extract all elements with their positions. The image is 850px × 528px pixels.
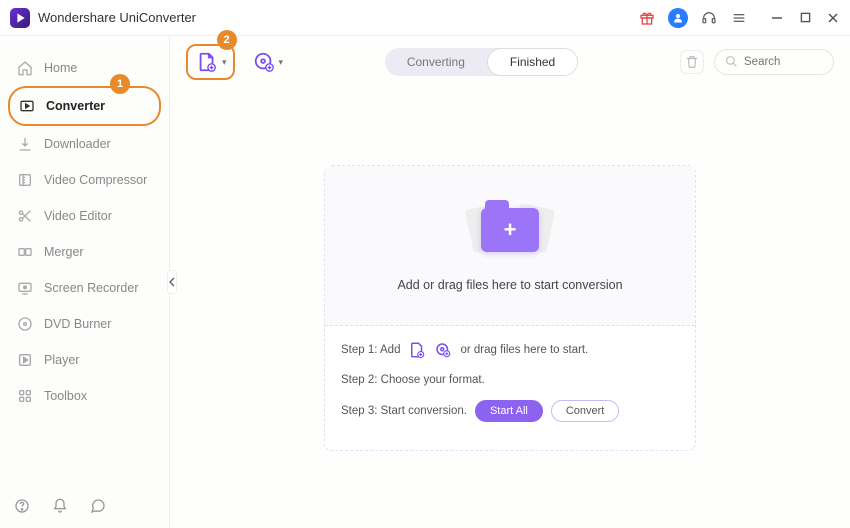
sidebar-item-editor[interactable]: Video Editor bbox=[8, 198, 161, 234]
sidebar-item-dvd[interactable]: DVD Burner bbox=[8, 306, 161, 342]
avatar-icon[interactable] bbox=[668, 8, 688, 28]
sidebar-item-compressor[interactable]: Video Compressor bbox=[8, 162, 161, 198]
titlebar: Wondershare UniConverter bbox=[0, 0, 850, 36]
step-1: Step 1: Add or drag files here to start. bbox=[341, 340, 679, 360]
add-file-button[interactable] bbox=[194, 50, 220, 74]
menu-icon[interactable] bbox=[730, 9, 748, 27]
trash-button[interactable] bbox=[680, 50, 704, 74]
add-dvd-caret[interactable]: ▾ bbox=[279, 57, 284, 68]
sidebar-item-label: Toolbox bbox=[44, 389, 87, 403]
step-3: Step 3: Start conversion. Start All Conv… bbox=[341, 400, 679, 422]
callout-badge-1: 1 bbox=[110, 74, 130, 94]
sidebar-item-label: Video Editor bbox=[44, 209, 112, 223]
download-icon bbox=[16, 135, 34, 153]
app-logo bbox=[10, 8, 30, 28]
toolbar: 2 ▾ ▾ Converting Finished bbox=[170, 36, 850, 88]
sidebar: Home Converter 1 Downloader Video Compre… bbox=[0, 36, 170, 528]
sidebar-item-label: Player bbox=[44, 353, 79, 367]
sidebar-item-label: Downloader bbox=[44, 137, 111, 151]
drop-panel: + Add or drag files here to start conver… bbox=[324, 165, 696, 451]
sidebar-item-recorder[interactable]: Screen Recorder bbox=[8, 270, 161, 306]
sidebar-item-label: Converter bbox=[46, 99, 105, 113]
close-button[interactable] bbox=[826, 11, 840, 25]
drop-zone[interactable]: + Add or drag files here to start conver… bbox=[325, 166, 695, 326]
start-all-button[interactable]: Start All bbox=[475, 400, 543, 422]
bell-icon[interactable] bbox=[52, 498, 70, 516]
help-icon[interactable] bbox=[14, 498, 32, 516]
convert-button[interactable]: Convert bbox=[551, 400, 620, 422]
search-box[interactable] bbox=[714, 49, 834, 75]
step-2: Step 2: Choose your format. bbox=[341, 370, 679, 390]
sidebar-item-merger[interactable]: Merger bbox=[8, 234, 161, 270]
drop-headline: Add or drag files here to start conversi… bbox=[397, 278, 622, 292]
sidebar-item-label: Video Compressor bbox=[44, 173, 147, 187]
maximize-button[interactable] bbox=[798, 11, 812, 25]
sidebar-item-label: DVD Burner bbox=[44, 317, 111, 331]
add-dvd-button[interactable] bbox=[251, 50, 277, 74]
scissors-icon bbox=[16, 207, 34, 225]
sidebar-item-converter[interactable]: Converter 1 bbox=[8, 86, 161, 126]
sidebar-collapse-button[interactable] bbox=[167, 270, 177, 294]
search-input[interactable] bbox=[744, 56, 824, 68]
sidebar-item-home[interactable]: Home bbox=[8, 50, 161, 86]
add-dvd-icon[interactable] bbox=[434, 341, 452, 359]
disc-icon bbox=[16, 315, 34, 333]
headset-icon[interactable] bbox=[700, 9, 718, 27]
gift-icon[interactable] bbox=[638, 9, 656, 27]
add-file-caret[interactable]: ▾ bbox=[222, 57, 227, 68]
folder-illustration: + bbox=[465, 200, 555, 260]
tab-finished[interactable]: Finished bbox=[487, 48, 578, 76]
sidebar-item-label: Merger bbox=[44, 245, 84, 259]
sidebar-item-label: Screen Recorder bbox=[44, 281, 139, 295]
compress-icon bbox=[16, 171, 34, 189]
minimize-button[interactable] bbox=[770, 11, 784, 25]
sidebar-item-downloader[interactable]: Downloader bbox=[8, 126, 161, 162]
feedback-icon[interactable] bbox=[90, 498, 108, 516]
add-file-icon[interactable] bbox=[408, 341, 426, 359]
callout-badge-2: 2 bbox=[217, 30, 237, 50]
app-title: Wondershare UniConverter bbox=[38, 10, 196, 25]
merge-icon bbox=[16, 243, 34, 261]
tab-converting[interactable]: Converting bbox=[385, 48, 487, 76]
tabs-switch: Converting Finished bbox=[385, 48, 578, 76]
play-icon bbox=[16, 351, 34, 369]
record-icon bbox=[16, 279, 34, 297]
sidebar-item-toolbox[interactable]: Toolbox bbox=[8, 378, 161, 414]
sidebar-item-player[interactable]: Player bbox=[8, 342, 161, 378]
toolbox-icon bbox=[16, 387, 34, 405]
converter-icon bbox=[18, 97, 36, 115]
search-icon bbox=[725, 55, 738, 69]
sidebar-item-label: Home bbox=[44, 61, 77, 75]
home-icon bbox=[16, 59, 34, 77]
